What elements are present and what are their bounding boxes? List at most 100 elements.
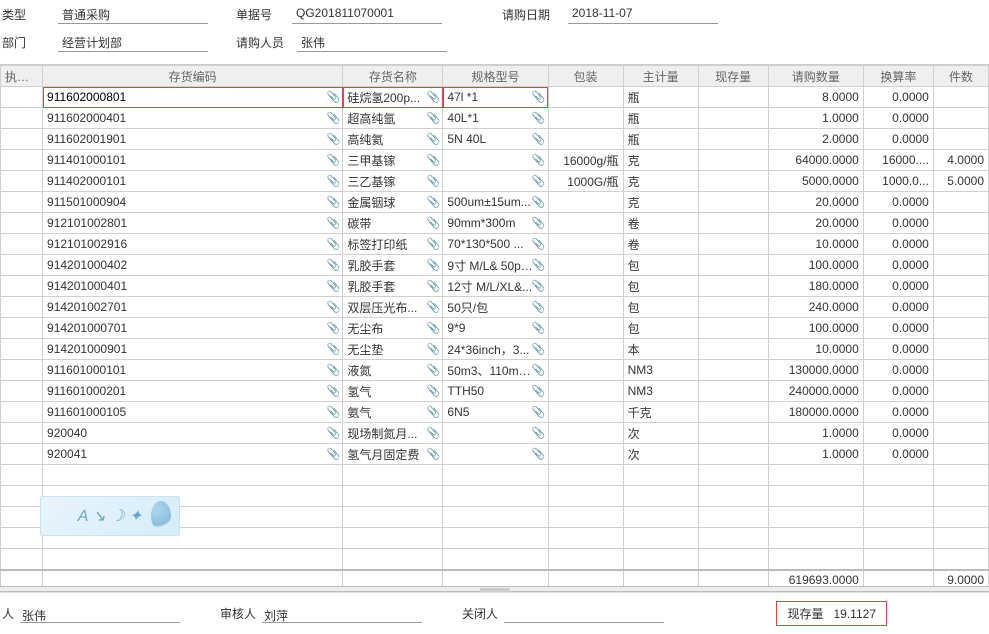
cell-onhand[interactable] bbox=[698, 192, 768, 213]
paperclip-icon[interactable]: 📎 bbox=[427, 448, 441, 461]
cell-rate[interactable]: 0.0000 bbox=[863, 360, 933, 381]
paperclip-icon[interactable]: 📎 bbox=[532, 91, 546, 104]
cell-pcs[interactable] bbox=[933, 444, 988, 465]
cell-req[interactable]: 64000.0000 bbox=[768, 150, 863, 171]
paperclip-icon[interactable]: 📎 bbox=[427, 280, 441, 293]
paperclip-icon[interactable]: 📎 bbox=[532, 154, 546, 167]
paperclip-icon[interactable]: 📎 bbox=[532, 406, 546, 419]
cell-unit[interactable]: 次 bbox=[623, 423, 698, 444]
cell-onhand[interactable] bbox=[698, 297, 768, 318]
type-value[interactable]: 普通采购 bbox=[58, 4, 208, 24]
cell-onhand[interactable] bbox=[698, 87, 768, 108]
table-row[interactable]: 920041📎氢气月固定费📎📎次1.00000.0000 bbox=[1, 444, 989, 465]
cell-rate[interactable]: 0.0000 bbox=[863, 234, 933, 255]
cell-pcs[interactable] bbox=[933, 360, 988, 381]
reqperson-value[interactable]: 张伟 bbox=[297, 32, 447, 52]
cell-onhand[interactable] bbox=[698, 108, 768, 129]
table-row[interactable]: 912101002916📎标签打印纸📎70*130*500 ...📎卷10.00… bbox=[1, 234, 989, 255]
cell-pack[interactable] bbox=[548, 297, 623, 318]
cell-unit[interactable]: 卷 bbox=[623, 234, 698, 255]
cell-pack[interactable] bbox=[548, 360, 623, 381]
cell-exec[interactable] bbox=[1, 171, 43, 192]
cell-code[interactable]: 914201000401📎 bbox=[43, 276, 343, 297]
cell-rate[interactable]: 0.0000 bbox=[863, 255, 933, 276]
cell-onhand[interactable] bbox=[698, 423, 768, 444]
cell-onhand[interactable] bbox=[698, 339, 768, 360]
cell-rate[interactable]: 0.0000 bbox=[863, 87, 933, 108]
paperclip-icon[interactable]: 📎 bbox=[327, 280, 341, 293]
cell-pcs[interactable] bbox=[933, 87, 988, 108]
cell-code[interactable]: 914201000402📎 bbox=[43, 255, 343, 276]
cell-req[interactable]: 180.0000 bbox=[768, 276, 863, 297]
paperclip-icon[interactable]: 📎 bbox=[427, 238, 441, 251]
paperclip-icon[interactable]: 📎 bbox=[427, 196, 441, 209]
cell-name[interactable]: 三乙基镓📎 bbox=[343, 171, 443, 192]
cell-name[interactable]: 超高纯氩📎 bbox=[343, 108, 443, 129]
paperclip-icon[interactable]: 📎 bbox=[327, 175, 341, 188]
cell-name[interactable]: 标签打印纸📎 bbox=[343, 234, 443, 255]
cell-unit[interactable]: 克 bbox=[623, 192, 698, 213]
cell-onhand[interactable] bbox=[698, 381, 768, 402]
cell-code[interactable]: 911501000904📎 bbox=[43, 192, 343, 213]
paperclip-icon[interactable]: 📎 bbox=[327, 301, 341, 314]
paperclip-icon[interactable]: 📎 bbox=[427, 301, 441, 314]
table-row[interactable]: 911602000401📎超高纯氩📎40L*1📎瓶1.00000.0000 bbox=[1, 108, 989, 129]
cell-onhand[interactable] bbox=[698, 276, 768, 297]
cell-rate[interactable]: 0.0000 bbox=[863, 108, 933, 129]
cell-unit[interactable]: 瓶 bbox=[623, 129, 698, 150]
cell-req[interactable]: 10.0000 bbox=[768, 339, 863, 360]
cell-req[interactable]: 2.0000 bbox=[768, 129, 863, 150]
cell-exec[interactable] bbox=[1, 192, 43, 213]
cell-pack[interactable] bbox=[548, 381, 623, 402]
reqdate-value[interactable]: 2018-11-07 bbox=[568, 4, 718, 24]
cell-exec[interactable] bbox=[1, 87, 43, 108]
cell-pcs[interactable] bbox=[933, 129, 988, 150]
cell-spec[interactable]: 📎 bbox=[443, 171, 548, 192]
paperclip-icon[interactable]: 📎 bbox=[532, 343, 546, 356]
paperclip-icon[interactable]: 📎 bbox=[427, 343, 441, 356]
cell-req[interactable]: 240000.0000 bbox=[768, 381, 863, 402]
cell-name[interactable]: 三甲基镓📎 bbox=[343, 150, 443, 171]
paperclip-icon[interactable]: 📎 bbox=[427, 385, 441, 398]
cell-pack[interactable]: 1000G/瓶 bbox=[548, 171, 623, 192]
paperclip-icon[interactable]: 📎 bbox=[327, 259, 341, 272]
paperclip-icon[interactable]: 📎 bbox=[327, 343, 341, 356]
cell-req[interactable]: 5000.0000 bbox=[768, 171, 863, 192]
table-row[interactable]: 914201000401📎乳胶手套📎12寸 M/L/XL&...📎包180.00… bbox=[1, 276, 989, 297]
cell-req[interactable]: 130000.0000 bbox=[768, 360, 863, 381]
cell-exec[interactable] bbox=[1, 255, 43, 276]
cell-code[interactable]: 911401000101📎 bbox=[43, 150, 343, 171]
cell-rate[interactable]: 1000.0... bbox=[863, 171, 933, 192]
cell-exec[interactable] bbox=[1, 339, 43, 360]
cell-spec[interactable]: 5N 40L📎 bbox=[443, 129, 548, 150]
grid-container[interactable]: 执行人 存货编码 存货名称 规格型号 包装 主计量 现存量 请购数量 换算率 件… bbox=[0, 64, 989, 586]
cell-pack[interactable] bbox=[548, 87, 623, 108]
col-pcs[interactable]: 件数 bbox=[933, 66, 988, 87]
cell-onhand[interactable] bbox=[698, 318, 768, 339]
paperclip-icon[interactable]: 📎 bbox=[532, 322, 546, 335]
cell-exec[interactable] bbox=[1, 276, 43, 297]
cell-onhand[interactable] bbox=[698, 129, 768, 150]
cell-code[interactable]: 📎 bbox=[43, 87, 343, 108]
col-exec[interactable]: 执行人 bbox=[1, 66, 43, 87]
cell-req[interactable]: 8.0000 bbox=[768, 87, 863, 108]
cell-pack[interactable] bbox=[548, 444, 623, 465]
paperclip-icon[interactable]: 📎 bbox=[327, 322, 341, 335]
docno-value[interactable]: QG201811070001 bbox=[292, 4, 442, 24]
paperclip-icon[interactable]: 📎 bbox=[327, 154, 341, 167]
cell-spec[interactable]: 47l *1📎 bbox=[443, 87, 548, 108]
cell-rate[interactable]: 0.0000 bbox=[863, 402, 933, 423]
cell-spec[interactable]: 📎 bbox=[443, 444, 548, 465]
paperclip-icon[interactable]: 📎 bbox=[327, 217, 341, 230]
cell-exec[interactable] bbox=[1, 318, 43, 339]
paperclip-icon[interactable]: 📎 bbox=[532, 280, 546, 293]
cell-onhand[interactable] bbox=[698, 402, 768, 423]
cell-exec[interactable] bbox=[1, 297, 43, 318]
paperclip-icon[interactable]: 📎 bbox=[427, 406, 441, 419]
cell-code[interactable]: 912101002801📎 bbox=[43, 213, 343, 234]
code-input[interactable] bbox=[47, 90, 328, 104]
cell-req[interactable]: 20.0000 bbox=[768, 213, 863, 234]
cell-rate[interactable]: 0.0000 bbox=[863, 276, 933, 297]
cell-spec[interactable]: 9寸 M/L& 50pc...📎 bbox=[443, 255, 548, 276]
reviewer-value[interactable]: 刘萍 bbox=[262, 605, 422, 623]
